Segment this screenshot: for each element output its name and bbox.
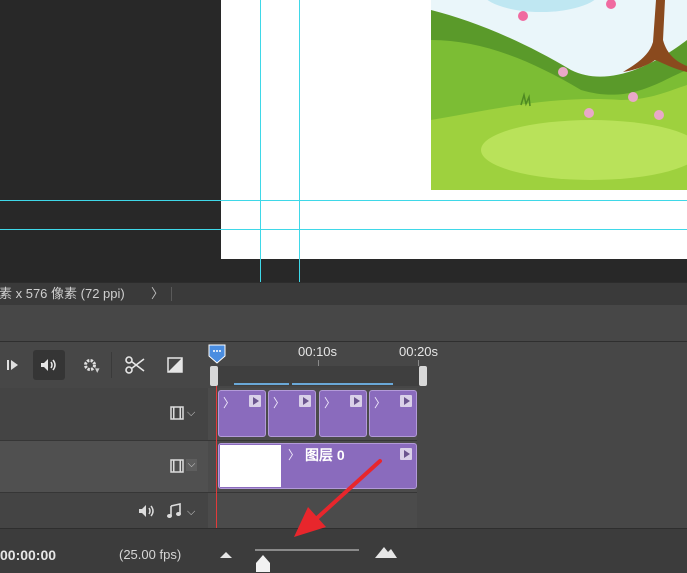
zoom-in-mountain-icon[interactable] (374, 545, 398, 559)
music-note-icon (167, 503, 181, 518)
document-canvas[interactable] (221, 0, 687, 259)
guide-line-horizontal[interactable] (0, 229, 687, 230)
playhead-line (216, 386, 217, 528)
chevron-down-icon[interactable]: ⌵ (187, 407, 195, 420)
play-icon (299, 395, 311, 407)
play-icon (249, 395, 261, 407)
landscape-artwork (431, 0, 687, 190)
document-size-info: 素 x 576 像素 (72 ppi) (0, 286, 125, 301)
scissors-icon[interactable] (122, 352, 148, 378)
chevron-down-icon[interactable]: ⌵ (186, 459, 197, 471)
guide-line-vertical[interactable] (260, 0, 261, 282)
track-header-group[interactable]: ⌵ (0, 388, 208, 441)
track-header-layer[interactable]: ⌵ (0, 441, 208, 493)
frame-rate: (25.00 fps) (119, 547, 182, 562)
toolbar-divider (111, 352, 112, 378)
clip-thumbnail (220, 445, 281, 487)
clip-chevron: 〉 (374, 396, 387, 410)
zoom-slider-track[interactable] (255, 549, 359, 551)
speaker-icon (41, 359, 56, 371)
status-menu-arrow[interactable]: 〉 (151, 283, 164, 305)
clip-chevron: 〉 (223, 396, 236, 410)
video-clip[interactable]: 〉 (218, 390, 266, 437)
guide-line-vertical[interactable] (299, 0, 300, 282)
work-area-start-handle[interactable] (210, 366, 218, 386)
status-divider (171, 287, 172, 301)
work-area-end-handle[interactable] (419, 366, 427, 386)
current-time: 00:00:00 (0, 547, 57, 563)
zoom-out-mountain-icon[interactable] (219, 551, 233, 559)
chevron-down-icon: ▾ (95, 365, 100, 375)
chevron-down-icon[interactable]: ⌵ (187, 506, 195, 519)
audio-track-header[interactable]: ⌵ (0, 493, 208, 529)
mute-audio-button[interactable] (33, 350, 65, 380)
settings-gear-icon[interactable]: ▾ (78, 352, 102, 378)
zoom-slider-thumb-icon[interactable] (254, 553, 272, 573)
video-clip[interactable]: 〉 (268, 390, 316, 437)
render-bar (292, 383, 393, 385)
clip-chevron: 〉 (273, 396, 286, 410)
transition-icon[interactable] (164, 353, 186, 377)
canvas-area[interactable] (0, 0, 687, 282)
play-icon (400, 395, 412, 407)
guide-line-horizontal[interactable] (0, 200, 687, 201)
speaker-icon[interactable] (138, 504, 156, 518)
playhead-handle[interactable] (208, 344, 226, 364)
timeline-empty-area[interactable] (417, 388, 687, 528)
play-icon (400, 448, 412, 460)
film-strip-icon (170, 459, 184, 473)
step-forward-icon[interactable] (2, 352, 24, 378)
panel-header-strip (0, 305, 687, 342)
clip-chevron: 〉 (324, 396, 337, 410)
video-clip[interactable]: 〉 (369, 390, 417, 437)
status-bar: 素 x 576 像素 (72 ppi) 〉 (0, 282, 687, 305)
ruler-label-10s: 00:10s (298, 344, 338, 359)
video-clip[interactable]: 〉 (319, 390, 367, 437)
play-icon (350, 395, 362, 407)
ruler-label-20s: 00:20s (399, 344, 439, 359)
film-strip-icon (170, 406, 184, 420)
render-bar (234, 383, 289, 385)
annotation-arrow (294, 459, 382, 537)
